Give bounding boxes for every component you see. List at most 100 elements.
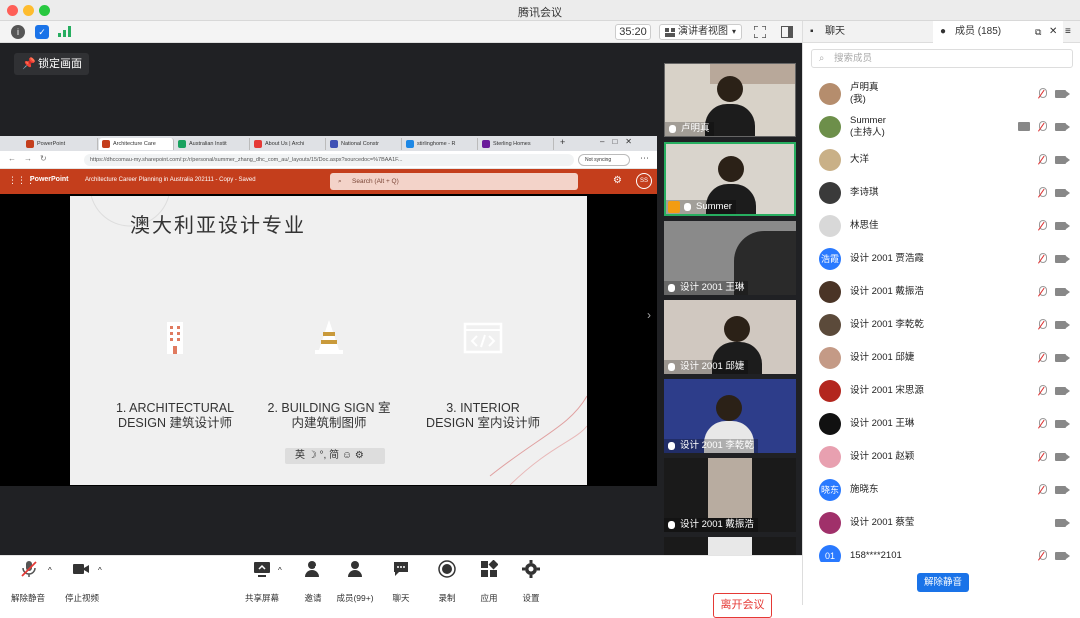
mic-muted-icon[interactable] — [1039, 319, 1047, 329]
mic-muted-icon[interactable] — [1039, 385, 1047, 395]
browser-tab[interactable]: stirlinghome - R — [403, 138, 478, 150]
camera-icon[interactable] — [1055, 90, 1070, 98]
more-menu-icon[interactable]: ⋯ — [640, 153, 649, 164]
camera-icon[interactable] — [1055, 453, 1070, 461]
window-controls-icon[interactable]: –□✕ — [600, 137, 640, 146]
member-row[interactable]: 设计 2001 李乾乾 — [803, 308, 1080, 341]
video-tile[interactable]: 卢明真 — [664, 63, 796, 137]
mic-muted-icon[interactable] — [1039, 550, 1047, 560]
shield-icon[interactable]: ✓ — [35, 25, 49, 39]
camera-icon[interactable] — [1055, 420, 1070, 428]
camera-icon[interactable] — [1055, 321, 1070, 329]
tab-members[interactable]: ● 成员 (185) ⧉ ✕ — [933, 21, 1063, 43]
mic-muted-icon[interactable] — [1039, 418, 1047, 428]
member-row[interactable]: 李诗琪 — [803, 176, 1080, 209]
member-name: Summer (主持人) — [850, 115, 886, 138]
view-mode-dropdown[interactable]: 演讲者视图 ▾ — [659, 24, 742, 40]
browser-tab[interactable]: PowerPoint — [23, 138, 98, 150]
chevron-up-icon[interactable]: ^ — [98, 566, 102, 575]
meeting-toolbar: i ✓ 35:20 演讲者视图 ▾ — [0, 21, 802, 43]
unmute-all-button[interactable]: 解除静音 — [917, 573, 969, 592]
camera-icon[interactable] — [1055, 288, 1070, 296]
camera-icon[interactable] — [1055, 519, 1070, 527]
camera-icon[interactable] — [1055, 255, 1070, 263]
mic-muted-icon[interactable] — [1039, 484, 1047, 494]
user-avatar[interactable]: SS — [636, 173, 652, 189]
signal-icon[interactable] — [58, 26, 71, 37]
chevron-right-icon[interactable]: › — [647, 308, 651, 322]
camera-icon[interactable] — [1055, 189, 1070, 197]
video-name: 设计 2001 王琳 — [664, 281, 749, 295]
camera-icon[interactable] — [1055, 387, 1070, 395]
browser-tab[interactable]: About Us | Archi — [251, 138, 326, 150]
member-row[interactable]: 设计 2001 蔡莹 — [803, 506, 1080, 539]
unmute-button[interactable]: 解除静音 — [0, 556, 60, 606]
info-icon[interactable]: i — [11, 25, 25, 39]
mic-muted-icon[interactable] — [1039, 220, 1047, 230]
video-tile[interactable]: 设计 2001 戴振浩 — [664, 458, 796, 532]
member-row[interactable]: 晓东 施晓东 — [803, 473, 1080, 506]
ime-toolbar[interactable]: 英 ☽ °, 简 ☺ ⚙ — [285, 448, 385, 464]
browser-tab[interactable]: Sterling Homes — [479, 138, 554, 150]
url-input[interactable]: https://dhccomau-my.sharepoint.com/:p:/r… — [84, 154, 574, 166]
mic-muted-icon[interactable] — [1039, 451, 1047, 461]
video-tile-active[interactable]: Summer — [664, 142, 796, 216]
member-row[interactable]: 设计 2001 戴振浩 — [803, 275, 1080, 308]
member-row[interactable]: 卢明真 (我) — [803, 77, 1080, 110]
tab-chat[interactable]: ▪ 聊天 — [803, 21, 933, 43]
member-row[interactable]: 设计 2001 赵颖 — [803, 440, 1080, 473]
browser-tab[interactable]: Australian Instit — [175, 138, 250, 150]
leave-meeting-button[interactable]: 离开会议 — [713, 593, 772, 618]
member-row[interactable]: 设计 2001 王琳 — [803, 407, 1080, 440]
video-tile[interactable]: 设计 2001 邱婕 — [664, 300, 796, 374]
mic-muted-icon[interactable] — [1039, 121, 1047, 131]
member-row[interactable]: 设计 2001 邱婕 — [803, 341, 1080, 374]
mic-muted-icon[interactable] — [1039, 154, 1047, 164]
browser-tab[interactable]: National Constr — [327, 138, 402, 150]
popout-icon[interactable]: ⧉ — [1035, 21, 1041, 43]
member-row[interactable]: 大洋 — [803, 143, 1080, 176]
video-person — [718, 156, 744, 182]
menu-icon[interactable]: ≡ — [1065, 21, 1071, 43]
browser-tab-active[interactable]: Architecture Care — [99, 138, 174, 150]
architectural-design-label: 1. ARCHITECTURAL DESIGN 建筑设计师 — [115, 401, 235, 430]
stop-video-button[interactable]: 停止视频 — [52, 556, 112, 606]
meeting-control-bar: 解除静音 ^ 停止视频 ^ 共享屏幕 ^ 邀请 成员(99+) 聊天 录制 应用… — [0, 555, 802, 618]
camera-icon[interactable] — [1055, 354, 1070, 362]
member-list: 卢明真 (我) Summer (主持人) 大洋 李诗琪 林思佳 浩霞 设计 2001 贾浩霞 设计… — [803, 77, 1080, 562]
sidebar-toggle-icon[interactable] — [781, 26, 793, 38]
mic-muted-icon[interactable] — [1039, 352, 1047, 362]
settings-gear-icon[interactable]: ⚙ — [613, 175, 622, 186]
new-tab-icon[interactable]: + — [560, 137, 565, 147]
settings-button[interactable]: 设置 — [501, 556, 561, 606]
member-search-input[interactable]: ⌕ 搜索成员 — [811, 49, 1073, 68]
member-row[interactable]: 浩霞 设计 2001 贾浩霞 — [803, 242, 1080, 275]
member-row[interactable]: Summer (主持人) — [803, 110, 1080, 143]
video-tile[interactable] — [664, 537, 796, 555]
document-title[interactable]: Architecture Career Planning in Australi… — [85, 177, 256, 183]
video-tile[interactable]: 设计 2001 王琳 — [664, 221, 796, 295]
camera-icon[interactable] — [1055, 222, 1070, 230]
lock-view-button[interactable]: 📌 锁定画面 — [14, 53, 89, 75]
mic-muted-icon[interactable] — [1039, 286, 1047, 296]
chevron-up-icon[interactable]: ^ — [278, 566, 282, 575]
mic-muted-icon[interactable] — [1039, 187, 1047, 197]
camera-icon[interactable] — [1055, 123, 1070, 131]
member-row[interactable]: 设计 2001 宋思源 — [803, 374, 1080, 407]
mic-muted-icon[interactable] — [1039, 88, 1047, 98]
search-icon: ⌕ — [819, 53, 825, 64]
camera-icon[interactable] — [1055, 486, 1070, 494]
member-row[interactable]: 01 158****2101 — [803, 539, 1080, 562]
fullscreen-icon[interactable] — [754, 26, 766, 38]
mic-muted-icon[interactable] — [1039, 253, 1047, 263]
camera-icon[interactable] — [1055, 552, 1070, 560]
member-row[interactable]: 林思佳 — [803, 209, 1080, 242]
camera-icon[interactable] — [1055, 156, 1070, 164]
nav-arrows-icon[interactable]: ←→↻ — [8, 154, 55, 163]
sync-status-button[interactable]: Not syncing — [578, 154, 630, 166]
avatar — [819, 413, 841, 435]
video-tile[interactable]: 设计 2001 李乾乾 — [664, 379, 796, 453]
traffic-cone-icon — [315, 320, 343, 354]
close-icon[interactable]: ✕ — [1049, 21, 1057, 43]
ppt-search-input[interactable]: ⌕ Search (Alt + Q) — [330, 173, 578, 190]
